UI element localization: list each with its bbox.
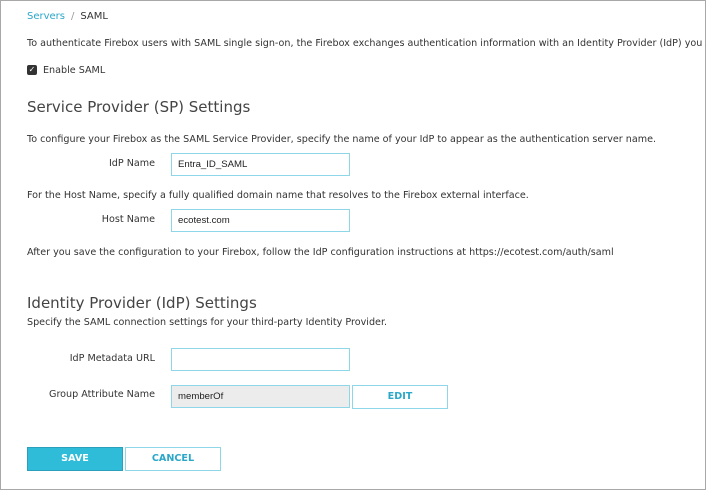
- edit-button[interactable]: EDIT: [352, 385, 448, 409]
- idp-name-label: IdP Name: [108, 158, 155, 169]
- after-save-text: After you save the configuration to your…: [27, 247, 614, 258]
- breadcrumb-current: SAML: [80, 11, 108, 22]
- idp-description: Specify the SAML connection settings for…: [27, 317, 388, 328]
- breadcrumb-servers-link[interactable]: Servers: [27, 11, 65, 22]
- enable-saml-label: Enable SAML: [43, 65, 106, 76]
- idp-name-input[interactable]: Entra_ID_SAML: [171, 153, 350, 176]
- host-name-input[interactable]: ecotest.com: [171, 209, 350, 232]
- breadcrumb-separator: /: [71, 11, 75, 22]
- idp-settings-heading: Identity Provider (IdP) Settings: [27, 294, 257, 312]
- sp-settings-heading: Service Provider (SP) Settings: [27, 98, 251, 116]
- group-attribute-label: Group Attribute Name: [49, 389, 155, 400]
- save-button[interactable]: SAVE: [27, 447, 123, 471]
- idp-metadata-url-label: IdP Metadata URL: [69, 353, 155, 364]
- cancel-button[interactable]: CANCEL: [125, 447, 221, 471]
- intro-text: To authenticate Firebox users with SAML …: [27, 38, 706, 49]
- sp-description: To configure your Firebox as the SAML Se…: [27, 134, 657, 145]
- page-frame: [0, 0, 706, 490]
- host-description: For the Host Name, specify a fully quali…: [27, 190, 529, 201]
- checkbox-checked-icon: ✓: [27, 65, 37, 75]
- group-attribute-input: memberOf: [171, 385, 350, 408]
- host-name-label: Host Name: [101, 214, 155, 225]
- idp-metadata-url-input[interactable]: [171, 348, 350, 371]
- breadcrumb: Servers / SAML: [27, 11, 108, 22]
- enable-saml-checkbox[interactable]: ✓ Enable SAML: [27, 65, 105, 76]
